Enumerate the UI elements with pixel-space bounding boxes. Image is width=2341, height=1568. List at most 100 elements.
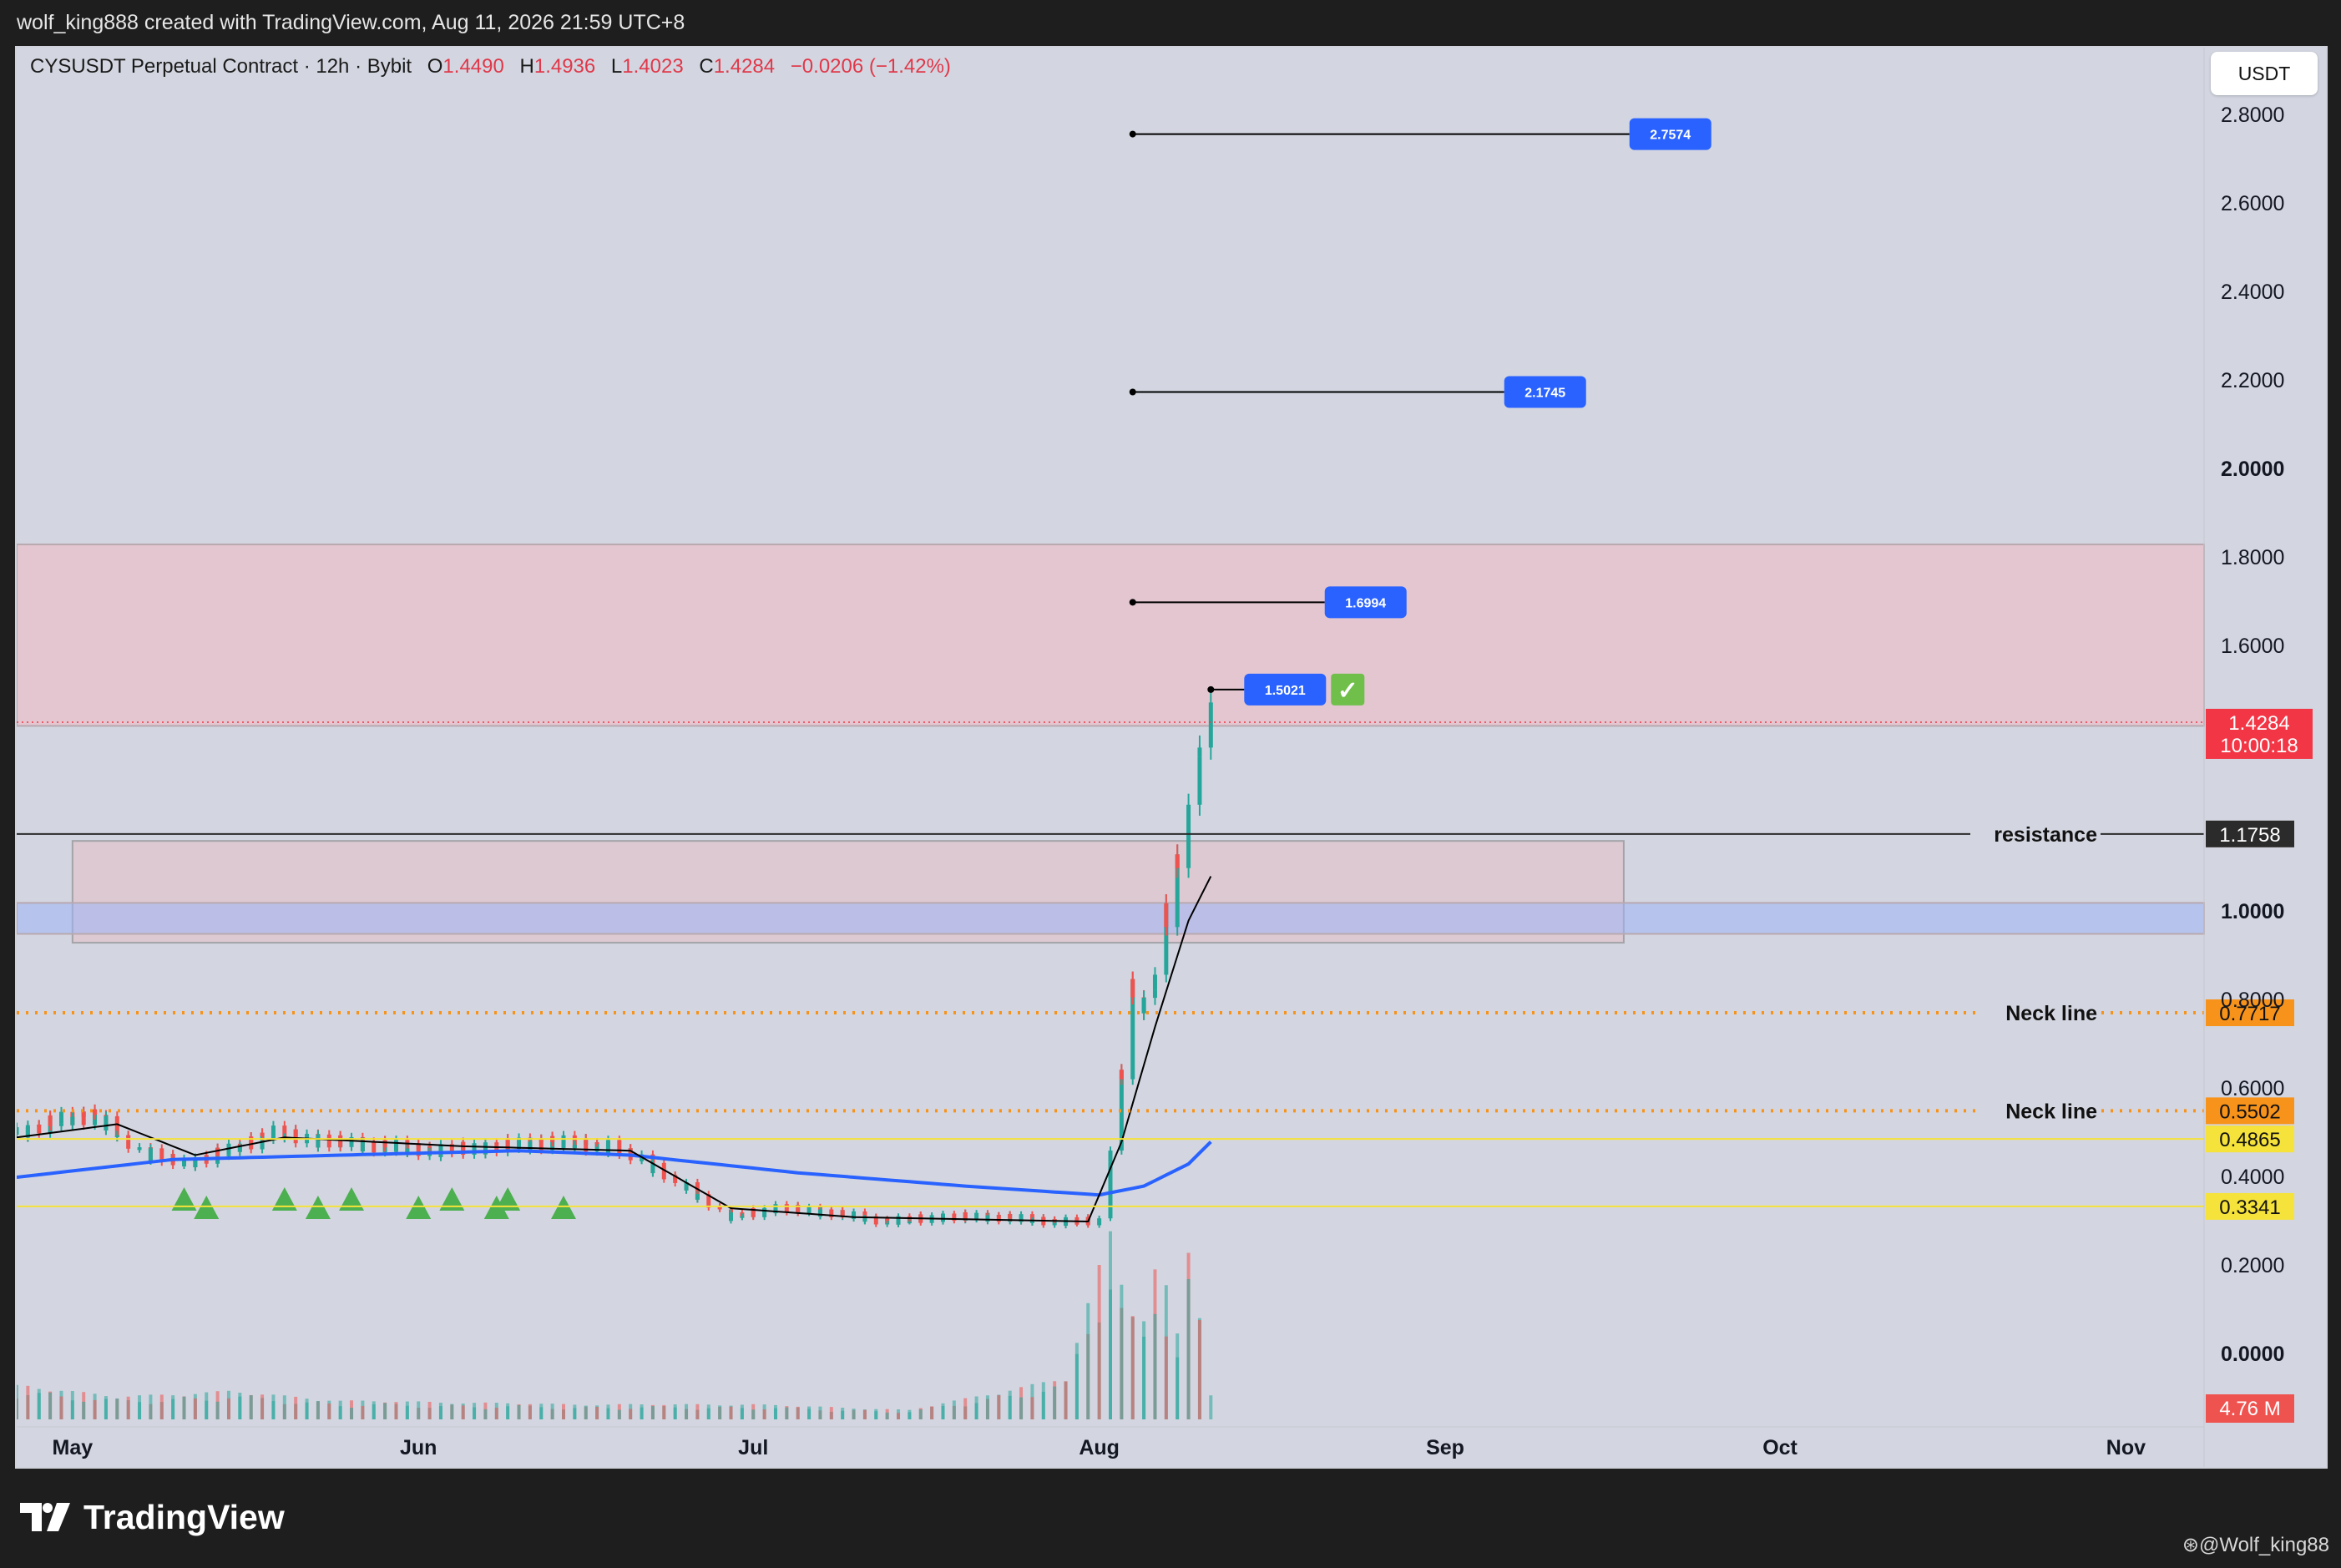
candle xyxy=(260,1132,265,1136)
candle xyxy=(528,1141,533,1151)
volume-bar xyxy=(662,1404,666,1419)
volume-bar xyxy=(506,1406,510,1419)
volume-bar xyxy=(282,1395,286,1419)
candle xyxy=(293,1129,298,1144)
volume-bar xyxy=(629,1409,633,1419)
price-tick: 1.6000 xyxy=(2221,635,2284,658)
volume-bar xyxy=(584,1405,588,1419)
volume-bar xyxy=(1019,1397,1024,1419)
buy-signal-marker xyxy=(406,1196,432,1219)
volume-bar xyxy=(1064,1381,1068,1419)
volume-bar xyxy=(427,1401,432,1419)
candle xyxy=(1175,854,1180,868)
target-label-text: 1.6994 xyxy=(1345,596,1386,610)
candle xyxy=(661,1171,666,1180)
volume-bar xyxy=(997,1395,1001,1419)
candle xyxy=(907,1222,912,1224)
volume-bar xyxy=(1209,1395,1213,1419)
candle xyxy=(126,1135,131,1149)
volume-bar xyxy=(606,1408,610,1419)
brand-text: TradingView xyxy=(83,1497,285,1536)
close-value: 1.4284 xyxy=(713,55,776,78)
volume-bar xyxy=(740,1408,744,1419)
volume-bar xyxy=(316,1400,320,1419)
volume-bar xyxy=(718,1405,722,1419)
candle xyxy=(1186,804,1191,837)
volume-bar xyxy=(115,1398,119,1419)
volume-bar xyxy=(751,1409,756,1419)
volume-bar xyxy=(673,1404,677,1419)
close-label: C xyxy=(699,55,714,78)
volume-bar xyxy=(383,1403,387,1419)
level-text-resistance: resistance xyxy=(1994,823,2097,847)
zone-supply xyxy=(17,544,2205,727)
candle xyxy=(372,1141,377,1153)
volume-bar xyxy=(193,1398,197,1419)
time-tick: Oct xyxy=(1762,1436,1797,1459)
volume-bar xyxy=(1186,1278,1191,1419)
volume-bar xyxy=(249,1395,253,1419)
candle xyxy=(104,1115,109,1130)
volume-bar xyxy=(438,1403,442,1419)
volume-bar xyxy=(215,1401,220,1419)
candle xyxy=(1152,974,1157,990)
time-tick: Aug xyxy=(1079,1436,1120,1459)
candle xyxy=(1164,903,1169,928)
candle xyxy=(806,1206,812,1212)
symbol-label[interactable]: CYSUSDT Perpetual Contract · 12h · Bybit xyxy=(30,55,412,78)
volume-bar xyxy=(595,1406,599,1419)
high-value: 1.4936 xyxy=(533,55,596,78)
volume-bar xyxy=(1164,1336,1168,1419)
tradingview-logo[interactable]: TradingView xyxy=(20,1496,285,1538)
volume-bar xyxy=(974,1396,978,1419)
volume-bar xyxy=(941,1403,945,1419)
candle xyxy=(93,1109,98,1115)
time-tick: Nov xyxy=(2106,1436,2146,1459)
volume-tag-text: 4.76 M xyxy=(2219,1398,2280,1420)
candle xyxy=(572,1145,577,1149)
volume-bar xyxy=(829,1407,833,1419)
volume-bar xyxy=(1086,1302,1090,1419)
volume-bar xyxy=(952,1400,956,1419)
volume-bar xyxy=(918,1409,923,1419)
volume-bar xyxy=(785,1407,789,1419)
candle xyxy=(985,1215,990,1222)
volume-bar xyxy=(294,1396,298,1419)
change-value: −0.0206 (−1.42%) xyxy=(790,55,951,78)
ohlc-legend: CYSUSDT Perpetual Contract · 12h · Bybit… xyxy=(30,55,951,78)
volume-bar xyxy=(205,1400,209,1419)
price-tick: 0.0000 xyxy=(2221,1343,2284,1366)
volume-bar xyxy=(1053,1386,1057,1419)
volume-bar xyxy=(706,1404,710,1419)
volume-bar xyxy=(1130,1316,1135,1419)
volume-bar xyxy=(1197,1320,1201,1419)
volume-bar xyxy=(483,1409,488,1419)
candle xyxy=(762,1207,767,1210)
candle xyxy=(561,1135,566,1148)
volume-bar xyxy=(528,1404,532,1419)
volume-bar xyxy=(1142,1336,1146,1419)
buy-signal-marker xyxy=(551,1196,576,1219)
candle xyxy=(1074,1222,1079,1225)
volume-bar xyxy=(59,1396,63,1419)
volume-bar xyxy=(461,1405,465,1419)
price-tick: 0.8000 xyxy=(2221,989,2284,1012)
volume-bar xyxy=(271,1394,276,1419)
level-price-text: 0.3341 xyxy=(2219,1196,2280,1219)
currency-label: USDT xyxy=(2237,62,2291,84)
volume-bar xyxy=(862,1409,867,1419)
price-tick: 0.2000 xyxy=(2221,1254,2284,1277)
chart-area[interactable]: 1.5021 ✓ 1.6994 2.1745 2.7574 resistance 1.175… xyxy=(15,46,2328,1469)
volume-bar xyxy=(573,1404,577,1419)
candle xyxy=(360,1141,365,1152)
volume-bar xyxy=(417,1401,421,1419)
chart-canvas[interactable]: 1.5021 ✓ 1.6994 2.1745 2.7574 resistance 1.175… xyxy=(17,48,2326,1467)
candle xyxy=(594,1142,599,1145)
volume-bar xyxy=(305,1399,309,1419)
volume-bar xyxy=(650,1406,655,1419)
currency-button[interactable]: USDT xyxy=(2211,52,2318,95)
candle xyxy=(393,1140,398,1152)
candle xyxy=(1197,747,1202,757)
volume-bar xyxy=(1097,1264,1101,1419)
price-tick: 2.0000 xyxy=(2221,458,2284,481)
